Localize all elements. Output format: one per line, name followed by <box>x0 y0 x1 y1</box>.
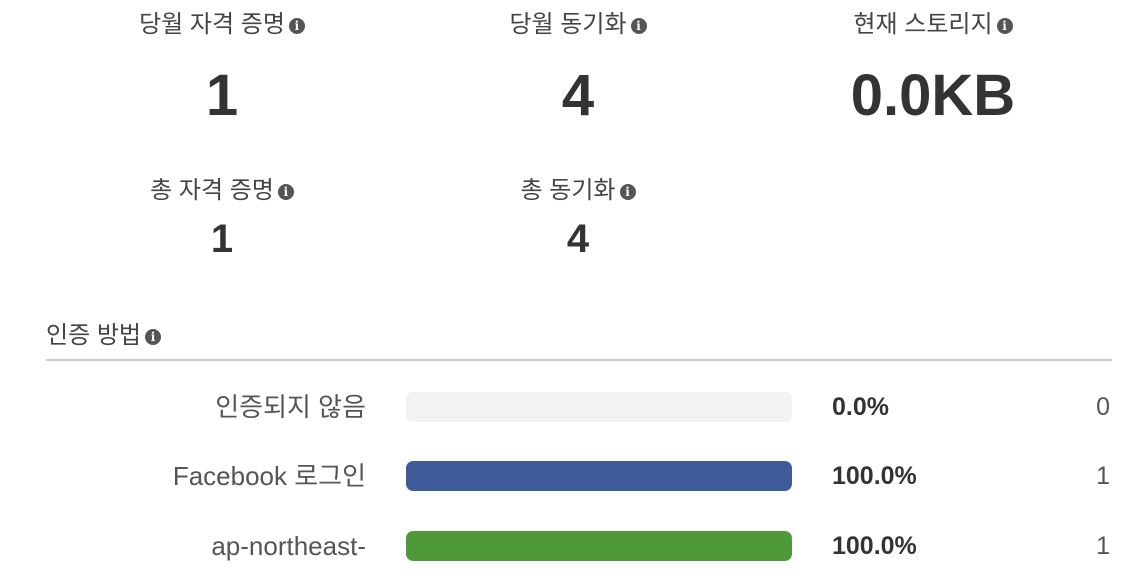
info-icon[interactable]: i <box>619 184 636 200</box>
auth-row: ap-northeast- 100.0% 1 <box>0 529 1148 563</box>
stat-label: 총 동기화 i <box>428 170 728 205</box>
info-icon[interactable]: i <box>145 329 161 345</box>
stat-label-text: 당월 자격 증명 <box>139 11 285 38</box>
auth-row-count: 0 <box>1096 393 1110 421</box>
stat-label-text: 당월 동기화 <box>509 11 627 38</box>
auth-row-percent: 0.0% <box>832 393 889 421</box>
auth-progress-bar <box>406 531 792 561</box>
stat-monthly-credentials: 당월 자격 증명 i 1 <box>72 4 372 125</box>
info-icon[interactable]: i <box>630 18 647 34</box>
auth-row-label: ap-northeast- <box>211 531 366 561</box>
auth-row: 인증되지 않음 0.0% 0 <box>0 390 1148 424</box>
stat-current-storage: 현재 스토리지 i 0.0KB <box>783 4 1083 125</box>
auth-row-count: 1 <box>1096 462 1110 490</box>
stat-value: 1 <box>210 217 234 261</box>
info-icon[interactable]: i <box>996 18 1013 34</box>
stat-total-syncs: 총 동기화 i 4 <box>428 170 728 259</box>
stat-monthly-syncs: 당월 동기화 i 4 <box>428 4 728 125</box>
auth-methods-title-text: 인증 방법 <box>46 322 141 349</box>
auth-row-label: Facebook 로그인 <box>172 461 366 491</box>
section-divider <box>46 359 1112 361</box>
stat-label: 현재 스토리지 i <box>783 4 1083 39</box>
auth-progress-fill <box>406 531 792 561</box>
auth-progress-fill <box>406 461 792 491</box>
auth-row: Facebook 로그인 100.0% 1 <box>0 459 1148 493</box>
auth-row-count: 1 <box>1096 532 1110 560</box>
auth-row-label: 인증되지 않음 <box>215 392 366 422</box>
info-icon[interactable]: i <box>277 184 294 200</box>
stat-value: 4 <box>566 217 590 261</box>
stat-value: 0.0KB <box>850 63 1016 128</box>
stat-value: 1 <box>205 63 239 128</box>
stat-total-credentials: 총 자격 증명 i 1 <box>72 170 372 259</box>
stat-label: 당월 동기화 i <box>428 4 728 39</box>
auth-progress-bar <box>406 392 792 422</box>
auth-row-percent: 100.0% <box>832 462 917 490</box>
stat-value: 4 <box>561 63 595 128</box>
stat-label: 총 자격 증명 i <box>72 170 372 205</box>
stat-label-text: 총 동기화 <box>520 177 616 204</box>
stat-label: 당월 자격 증명 i <box>72 4 372 39</box>
auth-progress-bar <box>406 461 792 491</box>
auth-row-percent: 100.0% <box>832 532 917 560</box>
info-icon[interactable]: i <box>288 18 305 34</box>
stat-label-text: 현재 스토리지 <box>853 11 993 38</box>
auth-methods-title: 인증 방법 i <box>46 315 161 350</box>
stat-label-text: 총 자격 증명 <box>150 177 274 204</box>
